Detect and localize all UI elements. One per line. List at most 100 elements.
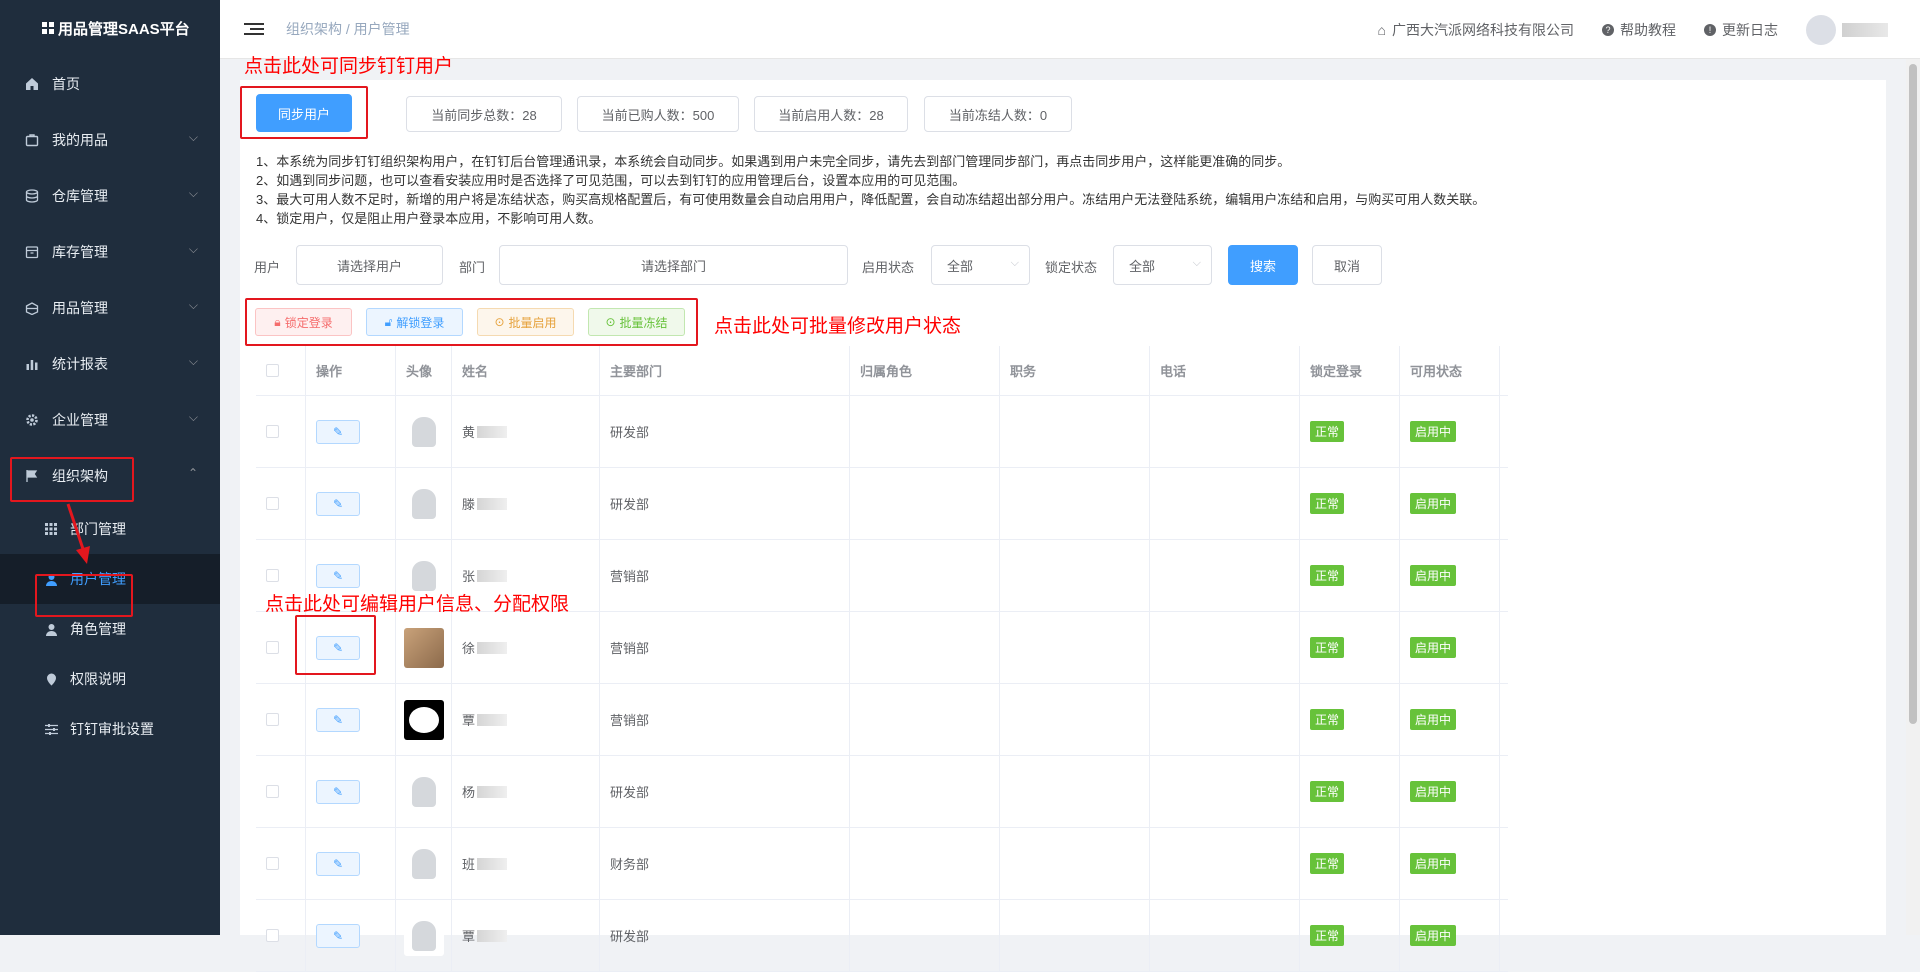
sidebar-item-label: 库存管理 [52, 244, 108, 260]
bag-icon [24, 132, 40, 148]
help-link[interactable]: ? 帮助教程 [1602, 20, 1676, 40]
user-phone [1150, 612, 1300, 683]
annotation-box-org [10, 457, 134, 502]
cancel-button[interactable]: 取消 [1312, 245, 1382, 285]
user-select[interactable]: 请选择用户 [296, 245, 443, 285]
menu-toggle-icon[interactable] [244, 23, 264, 35]
sidebar-item-warehouse[interactable]: 仓库管理 ⌵ [0, 168, 220, 224]
edit-button[interactable]: ✎ [316, 779, 360, 804]
avatar[interactable] [1806, 14, 1836, 45]
enable-status-value: 全部 [947, 258, 974, 274]
row-checkbox[interactable] [266, 425, 279, 438]
search-button[interactable]: 搜索 [1228, 245, 1298, 285]
status-badge: 启用中 [1410, 781, 1457, 802]
edit-button[interactable]: ✎ [316, 491, 360, 516]
enable-status-label: 启用状态 [862, 260, 915, 275]
sidebar-item-my-supplies[interactable]: 我的用品 ⌵ [0, 112, 220, 168]
user-dept: 研发部 [600, 468, 850, 539]
sidebar-item-reports[interactable]: 统计报表 ⌵ [0, 336, 220, 392]
sidebar-subitem-departments[interactable]: 部门管理 [0, 504, 220, 554]
user-dept: 营销部 [600, 684, 850, 755]
sidebar-item-inventory[interactable]: 库存管理 ⌵ [0, 224, 220, 280]
row-checkbox[interactable] [266, 713, 279, 726]
sidebar-item-label: 权限说明 [70, 671, 126, 687]
row-checkbox[interactable] [266, 497, 279, 510]
table-row: ✎ 班 财务部 正常 启用中 [256, 828, 1508, 900]
user-name: 滕 [462, 497, 476, 512]
user-dept: 营销部 [600, 612, 850, 683]
user-filter-label: 用户 [254, 260, 281, 275]
edit-button[interactable]: ✎ [316, 563, 360, 588]
sidebar-item-label: 角色管理 [70, 621, 126, 637]
table-row: ✎ 黄 研发部 正常 启用中 [256, 396, 1508, 468]
note-line: 1、本系统为同步钉钉组织架构用户，在钉钉后台管理通讯录，本系统会自动同步。如果遇… [256, 154, 1291, 169]
user-role [850, 396, 1000, 467]
dept-select[interactable]: 请选择部门 [499, 245, 848, 285]
avatar [404, 699, 444, 740]
annotation-batch: 点击此处可批量修改用户状态 [714, 316, 962, 337]
pencil-icon: ✎ [332, 712, 344, 727]
box-icon [24, 244, 40, 260]
select-all-checkbox[interactable] [266, 364, 279, 377]
name-redacted [477, 785, 508, 798]
lock-status-badge: 正常 [1310, 781, 1345, 802]
sliders-icon [44, 722, 58, 736]
page-scrollbar[interactable] [1906, 59, 1920, 935]
row-checkbox[interactable] [266, 641, 279, 654]
lock-status-label: 锁定状态 [1045, 260, 1098, 275]
company-name[interactable]: ⌂ 广西大汽派网络科技有限公司 [1378, 20, 1574, 40]
row-checkbox[interactable] [266, 569, 279, 582]
avatar [404, 483, 444, 524]
col-header: 电话 [1150, 346, 1300, 395]
row-checkbox[interactable] [266, 785, 279, 798]
user-role [850, 828, 1000, 899]
status-badge: 启用中 [1410, 853, 1457, 874]
name-redacted [477, 713, 508, 726]
edit-button[interactable]: ✎ [316, 923, 360, 948]
stat-purchased: 当前已购人数：500 [577, 96, 739, 132]
table-row: ✎ 覃 研发部 正常 启用中 [256, 900, 1508, 972]
instructions: 1、本系统为同步钉钉组织架构用户，在钉钉后台管理通讯录，本系统会自动同步。如果遇… [256, 152, 1485, 228]
lock-status-badge: 正常 [1310, 565, 1345, 586]
lock-status-badge: 正常 [1310, 853, 1345, 874]
edit-button[interactable]: ✎ [316, 707, 360, 732]
changelog-link[interactable]: ! 更新日志 [1704, 20, 1778, 40]
user-name: 黄 [462, 425, 476, 440]
user-name: 班 [462, 857, 476, 872]
user-dept: 研发部 [600, 396, 850, 467]
status-badge: 启用中 [1410, 565, 1457, 586]
row-checkbox[interactable] [266, 857, 279, 870]
table-row: ✎ 覃 营销部 正常 启用中 [256, 684, 1508, 756]
username-redacted[interactable] [1842, 22, 1888, 37]
row-checkbox[interactable] [266, 929, 279, 942]
name-redacted [477, 497, 508, 510]
lock-status-select[interactable]: 全部 ⌵ [1113, 245, 1212, 285]
sidebar-item-label: 首页 [52, 76, 80, 92]
annotation-box-batch [245, 298, 698, 346]
note-line: 3、最大可用人数不足时，新增的用户将是冻结状态，购买高规格配置后，有可使用数量会… [256, 192, 1486, 207]
col-header: 归属角色 [850, 346, 1000, 395]
sidebar-subitem-dingtalk-approval[interactable]: 钉钉审批设置 [0, 704, 220, 754]
chevron-up-icon: ⌃ [187, 466, 198, 480]
lock-status-badge: 正常 [1310, 637, 1345, 658]
edit-button[interactable]: ✎ [316, 851, 360, 876]
chevron-down-icon: ⌵ [1010, 257, 1019, 269]
name-redacted [477, 425, 508, 438]
edit-button[interactable]: ✎ [316, 419, 360, 444]
home-icon [24, 76, 40, 92]
user-role [850, 756, 1000, 827]
table-row: ✎ 杨 研发部 正常 启用中 [256, 756, 1508, 828]
user-title [1000, 612, 1150, 683]
sidebar-item-home[interactable]: 首页 [0, 56, 220, 112]
user-name: 杨 [462, 785, 476, 800]
sidebar-item-supplies[interactable]: 用品管理 ⌵ [0, 280, 220, 336]
sidebar-item-enterprise[interactable]: 企业管理 ⌵ [0, 392, 220, 448]
changelog-label: 更新日志 [1722, 21, 1778, 38]
user-name: 覃 [462, 713, 476, 728]
grid-icon [44, 522, 58, 536]
scrollbar-thumb[interactable] [1909, 64, 1917, 724]
sidebar-subitem-permissions[interactable]: 权限说明 [0, 654, 220, 704]
enable-status-select[interactable]: 全部 ⌵ [931, 245, 1030, 285]
user-name: 张 [462, 569, 476, 584]
app-logo[interactable]: 用品管理SAAS平台 [0, 0, 220, 56]
